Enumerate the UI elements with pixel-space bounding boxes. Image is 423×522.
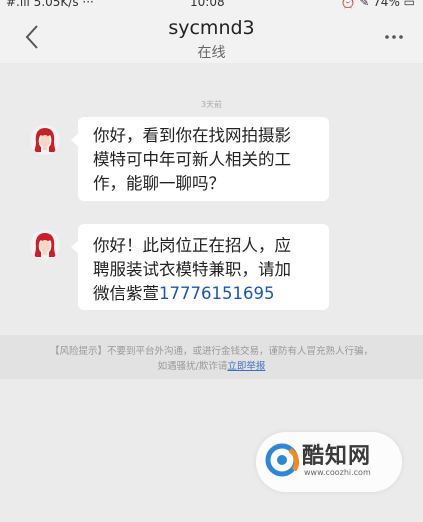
watermark-logo: 酷知网 www.coozhi.com (256, 432, 402, 492)
watermark-url: www.coozhi.com (304, 468, 371, 477)
coozhi-logo-icon (265, 443, 300, 477)
status-signal: #.ill 5.05K/s ··· (6, 0, 94, 9)
message-bubble[interactable]: 你好！此岗位正在招人，应 聘服装试衣模特兼职，请加 微信紫萱1777615169… (71, 224, 329, 310)
avatar-image (30, 230, 60, 260)
status-battery: ⏰ ✎ 74% ▭ (340, 0, 415, 9)
risk-warning-text: 【风险提示】不要到平台外沟通，或进行金钱交易，谨防有人冒充熟人行骗， (49, 346, 373, 357)
online-status: 在线 (197, 45, 226, 61)
phone-number[interactable]: 17776151695 (159, 284, 274, 303)
nav-bar: sycmnd3 在线 (0, 13, 423, 63)
avatar-image (30, 125, 60, 155)
avatar[interactable] (30, 230, 60, 260)
status-bar: #.ill 5.05K/s ··· 10:08 ⏰ ✎ 74% ▭ (0, 0, 423, 13)
message-text-line: 聘服装试衣模特兼职，请加 (93, 260, 291, 279)
risk-warning-banner: 【风险提示】不要到平台外沟通，或进行金钱交易，谨防有人冒充熟人行骗， 如遇骚扰/… (0, 335, 423, 379)
status-time: 10:08 (190, 0, 225, 9)
watermark-name: 酷知网 (302, 443, 372, 469)
more-options-icon[interactable] (383, 27, 405, 47)
risk-warning-text-2: 如遇骚扰/欺诈请立即举报 (0, 358, 423, 372)
message-text-line: 你好！此岗位正在招人，应 (93, 236, 291, 255)
message-text-line: 你好，看到你在找网拍摄影 (93, 126, 291, 145)
chat-contact-name: sycmnd3 (168, 17, 255, 39)
message-text-line: 作，能聊一聊吗？ (93, 174, 225, 193)
wechat-name: 微信紫萱 (93, 284, 159, 303)
risk-warning-prefix: 如遇骚扰/欺诈请 (157, 361, 228, 372)
message-bubble[interactable]: 你好，看到你在找网拍摄影 模特可中年可新人相关的工 作，能聊一聊吗？ (71, 117, 329, 201)
message-text-line: 模特可中年可新人相关的工 (93, 150, 291, 169)
avatar[interactable] (30, 125, 60, 155)
message-text-line: 微信紫萱17776151695 (93, 282, 319, 306)
report-link[interactable]: 立即举报 (227, 361, 265, 372)
message-timestamp: 3天前 (200, 100, 223, 109)
